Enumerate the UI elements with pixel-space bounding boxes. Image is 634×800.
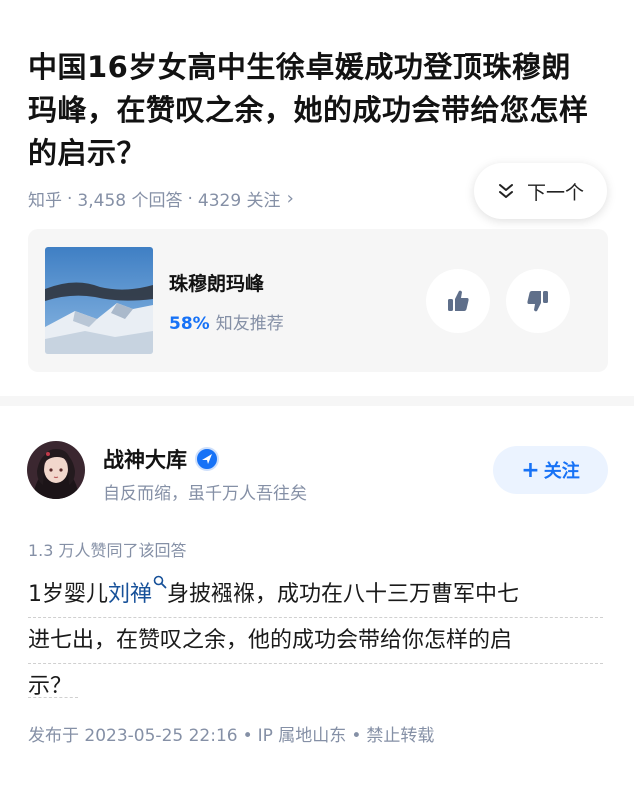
source-label: 知乎 — [28, 191, 62, 211]
question-header: 中国16岁女高中生徐卓媛成功登顶珠穆朗 玛峰，在赞叹之余，她的成功会带给您怎样 … — [28, 46, 618, 175]
topic-image — [45, 247, 153, 354]
vote-count-text: 1.3 万人赞同了该回答 — [28, 541, 187, 560]
section-divider — [0, 396, 634, 406]
author-name-text: 战神大库 — [103, 448, 187, 472]
follow-label: 关注 — [543, 461, 580, 482]
thumbs-down-icon — [527, 291, 548, 312]
answer-count: 3,458 个回答 — [77, 191, 183, 211]
publish-date: 发布于 2023-05-25 22:16 — [28, 726, 238, 746]
answer-text: 身披襁褓，成功在八十三万曹军中七 — [167, 582, 520, 607]
next-question-button[interactable]: 下一个 — [474, 163, 607, 219]
author-avatar[interactable] — [27, 441, 85, 499]
topic-recommendation: 58% 知友推荐 — [169, 309, 284, 334]
follow-count: 4329 关注 — [197, 191, 281, 211]
plus-icon: + — [521, 457, 540, 483]
search-icon[interactable] — [153, 575, 167, 589]
answer-line: 1岁婴儿刘禅 身披襁褓，成功在八十三万曹军中七 — [28, 572, 603, 618]
answer-content[interactable]: 1岁婴儿刘禅 身披襁褓，成功在八十三万曹军中七 进七出，在赞叹之余，他的成功会带给… — [28, 572, 603, 710]
thumbs-up-button[interactable] — [426, 269, 490, 333]
thumbs-down-button[interactable] — [506, 269, 570, 333]
answer-underline — [28, 697, 78, 698]
double-chevron-down-icon — [498, 184, 513, 198]
verified-badge-icon — [195, 447, 219, 471]
question-title-line: 玛峰，在赞叹之余，她的成功会带给您怎样 — [28, 93, 589, 127]
next-question-label: 下一个 — [526, 181, 584, 204]
answer-line: 进七出，在赞叹之余，他的成功会带给你怎样的启 — [28, 618, 603, 664]
question-title[interactable]: 中国16岁女高中生徐卓媛成功登顶珠穆朗 玛峰，在赞叹之余，她的成功会带给您怎样 … — [28, 46, 618, 175]
publish-info: 发布于 2023-05-25 22:16 • IP 属地山东 • 禁止转载 — [28, 726, 435, 746]
ip-location: IP 属地山东 — [257, 726, 347, 746]
recommend-label: 知友推荐 — [215, 314, 284, 334]
topic-name: 珠穆朗玛峰 — [169, 273, 265, 295]
question-title-line: 中国16岁女高中生徐卓媛成功登顶珠穆朗 — [28, 50, 571, 84]
author-bio: 自反而缩，虽千万人吾往矣 — [103, 484, 307, 504]
chevron-right-icon: › — [286, 188, 294, 209]
answer-line: 示？ — [28, 674, 73, 699]
follow-button[interactable]: + 关注 — [493, 446, 608, 494]
thumbs-up-icon — [448, 290, 469, 311]
question-meta[interactable]: 知乎 · 3,458 个回答 · 4329 关注 › — [28, 186, 294, 211]
answer-text: 1岁婴儿 — [28, 582, 108, 607]
keyword-link[interactable]: 刘禅 — [108, 582, 152, 607]
author-name[interactable]: 战神大库 — [103, 444, 219, 474]
topic-card[interactable]: 珠穆朗玛峰 58% 知友推荐 — [28, 229, 608, 372]
recommend-percent: 58% — [169, 314, 210, 334]
copyright-notice: 禁止转载 — [366, 726, 435, 746]
